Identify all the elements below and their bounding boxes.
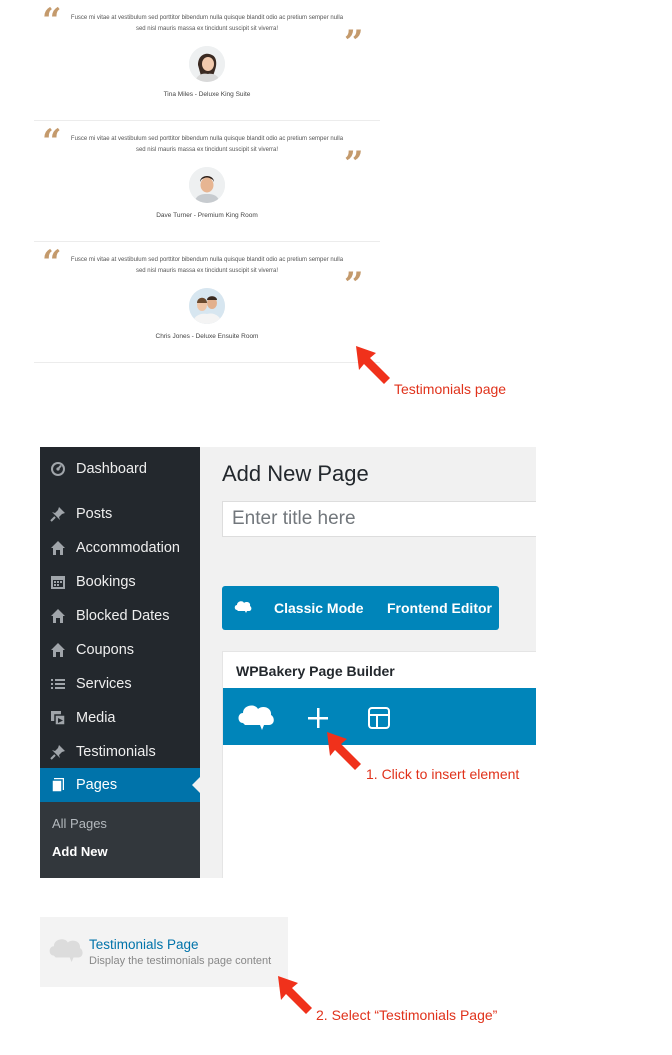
sidebar-item-accommodation[interactable]: Accommodation: [40, 531, 200, 565]
sidebar-item-media[interactable]: Media: [40, 701, 200, 735]
wpbakery-cloud-icon: [49, 939, 83, 963]
sidebar-item-label: Services: [76, 676, 132, 692]
woman-avatar: [189, 46, 225, 82]
testimonial-text: Fusce mi vitae at vestibulum sed porttit…: [70, 15, 344, 32]
sidebar-item-label: Pages: [76, 777, 118, 793]
sidebar-item-testimonials[interactable]: Testimonials: [40, 735, 200, 769]
quote-open-icon: “: [42, 1, 62, 41]
templates-icon[interactable]: [367, 706, 391, 730]
sidebar-item-pages[interactable]: Pages: [40, 768, 200, 802]
quote-close-icon: ”: [344, 265, 364, 305]
testimonial-text: Fusce mi vitae at vestibulum sed porttit…: [70, 136, 344, 153]
builder-toolbar: [223, 688, 536, 745]
page-title: Add New Page: [222, 461, 369, 486]
couple-avatar: [189, 288, 225, 324]
sidebar-item-label: Posts: [76, 506, 113, 522]
sidebar-item-label: Accommodation: [76, 540, 180, 556]
pin-icon: [40, 506, 76, 522]
home-icon: [40, 608, 76, 624]
testimonials-page-annotation: Testimonials page: [394, 381, 507, 397]
frontend-editor-button[interactable]: Frontend Editor: [387, 600, 492, 616]
testimonial-author: Dave Turner - Premium King Room: [156, 212, 258, 219]
media-icon: [40, 710, 76, 726]
submenu-item-add-new[interactable]: Add New: [52, 844, 108, 859]
sidebar-item-label: Dashboard: [76, 461, 147, 477]
active-menu-caret: [192, 777, 200, 793]
step1-annotation: 1. Click to insert element: [366, 766, 520, 782]
quote-open-icon: “: [42, 243, 62, 283]
sidebar-item-dashboard[interactable]: Dashboard: [40, 452, 200, 486]
builder-title: WPBakery Page Builder: [236, 663, 395, 679]
list-icon: [40, 676, 76, 692]
sidebar-item-label: Blocked Dates: [76, 608, 170, 624]
testimonial-text: Fusce mi vitae at vestibulum sed porttit…: [70, 257, 344, 274]
quote-close-icon: ”: [344, 23, 364, 63]
testimonial-card: “ Fusce mi vitae at vestibulum sed portt…: [34, 121, 380, 242]
classic-mode-button[interactable]: Classic Mode: [274, 600, 363, 616]
quote-close-icon: ”: [344, 144, 364, 184]
arrow-pointer-icon: [278, 976, 312, 1014]
sidebar-item-posts[interactable]: Posts: [40, 497, 200, 531]
sidebar-item-coupons[interactable]: Coupons: [40, 633, 200, 667]
calendar-icon: [40, 574, 76, 590]
sidebar-item-label: Media: [76, 710, 116, 726]
submenu-item-all-pages[interactable]: All Pages: [52, 816, 107, 831]
admin-sidebar: Dashboard Posts Accommodation Bookings B…: [40, 447, 200, 878]
wp-admin-screenshot: Dashboard Posts Accommodation Bookings B…: [40, 447, 536, 878]
arrow-pointer-icon: [356, 346, 390, 384]
testimonial-author: Tina Miles - Deluxe King Suite: [163, 91, 251, 98]
sidebar-item-label: Bookings: [76, 574, 136, 590]
element-title: Testimonials Page: [89, 937, 199, 952]
home-icon: [40, 540, 76, 556]
element-description: Display the testimonials page content: [89, 955, 272, 967]
sidebar-item-services[interactable]: Services: [40, 667, 200, 701]
pages-icon: [40, 777, 76, 793]
title-input[interactable]: [222, 501, 536, 537]
add-element-button[interactable]: [306, 706, 330, 730]
sidebar-item-label: Testimonials: [76, 744, 156, 760]
dashboard-icon: [40, 461, 76, 477]
step2-annotation: 2. Select “Testimonials Page”: [316, 1007, 498, 1023]
home-icon: [40, 642, 76, 658]
sidebar-item-bookings[interactable]: Bookings: [40, 565, 200, 599]
pages-submenu: All Pages Add New: [40, 802, 200, 878]
wpbakery-logo-icon[interactable]: [237, 702, 275, 732]
pin-icon: [40, 744, 76, 760]
quote-open-icon: “: [42, 122, 62, 162]
testimonial-card: “ Fusce mi vitae at vestibulum sed portt…: [34, 0, 380, 121]
sidebar-item-label: Coupons: [76, 642, 135, 658]
man-avatar: [189, 167, 225, 203]
testimonial-author: Chris Jones - Deluxe Ensuite Room: [155, 333, 259, 340]
testimonials-page-element[interactable]: Testimonials Page Display the testimonia…: [40, 917, 288, 987]
testimonial-card: “ Fusce mi vitae at vestibulum sed portt…: [34, 242, 380, 363]
arrow-pointer-icon: [327, 732, 361, 770]
sidebar-item-blocked-dates[interactable]: Blocked Dates: [40, 599, 200, 633]
wpbakery-builder-panel: WPBakery Page Builder: [222, 651, 536, 878]
wpbakery-logo-icon: [234, 601, 252, 613]
builder-mode-bar: Classic Mode Frontend Editor: [222, 586, 499, 630]
